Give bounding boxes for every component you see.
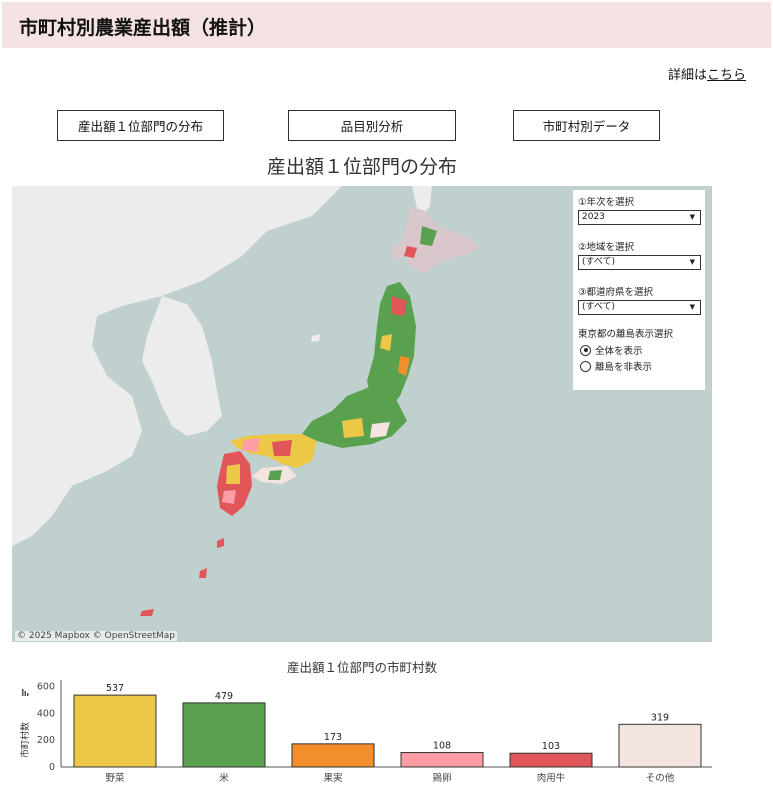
- nav-button-distribution[interactable]: 産出額１位部門の分布: [57, 110, 224, 141]
- bar-5: [618, 723, 702, 768]
- radio-unselected-icon: [580, 360, 591, 372]
- region-label: ②地域を選択: [578, 242, 635, 253]
- island-label: 東京都の離島表示選択: [578, 329, 674, 340]
- y-tick-label: 400: [37, 708, 55, 719]
- nav-button-municipal-data[interactable]: 市町村別データ: [513, 110, 660, 141]
- bar-3: [400, 752, 484, 768]
- x-tick-label: 米: [219, 772, 229, 784]
- sort-icon[interactable]: [22, 689, 29, 696]
- chevron-down-icon: ▼: [689, 303, 695, 311]
- chevron-down-icon: ▼: [689, 213, 695, 221]
- x-tick-label: 肉用牛: [537, 772, 566, 784]
- bar-value-label: 319: [651, 712, 669, 723]
- bar-value-label: 108: [433, 741, 451, 752]
- x-tick-label: 果実: [323, 772, 343, 784]
- radio-show-all[interactable]: 全体を表示: [580, 343, 643, 357]
- nav-button-item-analysis[interactable]: 品目別分析: [288, 110, 456, 141]
- x-tick-label: 野菜: [105, 772, 125, 784]
- bar-value-label: 479: [215, 691, 233, 702]
- bar-value-label: 103: [542, 741, 560, 752]
- year-label: ①年次を選択: [578, 197, 635, 208]
- bar-value-label: 173: [324, 732, 342, 743]
- pref-value: (すべて): [582, 302, 616, 312]
- hokkaido-landmass: [390, 208, 480, 274]
- year-value: 2023: [582, 212, 605, 222]
- detail-prefix: 詳細は: [667, 68, 707, 83]
- year-select[interactable]: 2023 ▼: [578, 210, 701, 225]
- radio-hide-islands[interactable]: 離島を非表示: [580, 359, 652, 373]
- radio-hide-islands-label: 離島を非表示: [595, 362, 653, 373]
- header-banner: 市町村別農業産出額（推計）: [2, 2, 771, 48]
- bar-2: [291, 743, 375, 768]
- x-tick-label: 鶏卵: [432, 772, 451, 784]
- bar-4: [509, 752, 593, 768]
- y-tick-label: 200: [37, 735, 55, 746]
- bar-0: [73, 694, 157, 768]
- pref-label: ③都道府県を選択: [578, 287, 654, 298]
- bar-1: [182, 702, 266, 768]
- filter-panel: ①年次を選択 2023 ▼ ②地域を選択 (すべて) ▼ ③都道府県を選択 (す…: [573, 190, 705, 390]
- radio-selected-icon: [580, 344, 591, 356]
- region-select[interactable]: (すべて) ▼: [578, 255, 701, 270]
- detail-link[interactable]: 詳細はこちら: [668, 64, 746, 83]
- bar-chart: 市町村数 0 200 400 600 537 野菜 479 米 173 果実 108 鶏卵 103 肉用牛…: [19, 680, 712, 784]
- map-attribution[interactable]: © 2025 Mapbox © OpenStreetMap: [15, 631, 177, 641]
- region-value: (すべて): [582, 257, 616, 267]
- y-axis-label: 市町村数: [19, 722, 31, 758]
- radio-show-all-label: 全体を表示: [595, 346, 643, 357]
- y-tick-label: 0: [49, 762, 55, 773]
- bar-value-label: 537: [106, 683, 124, 694]
- chart-title: 産出額１位部門の市町村数: [286, 660, 437, 675]
- map-title: 産出額１位部門の分布: [266, 156, 457, 178]
- y-tick-label: 600: [37, 682, 55, 693]
- x-tick-label: その他: [646, 772, 675, 784]
- detail-link-text[interactable]: こちら: [707, 68, 746, 83]
- korea-landmass: [142, 296, 222, 436]
- page-title: 市町村別農業産出額（推計）: [19, 17, 267, 39]
- chevron-down-icon: ▼: [689, 258, 695, 266]
- pref-select[interactable]: (すべて) ▼: [578, 300, 701, 315]
